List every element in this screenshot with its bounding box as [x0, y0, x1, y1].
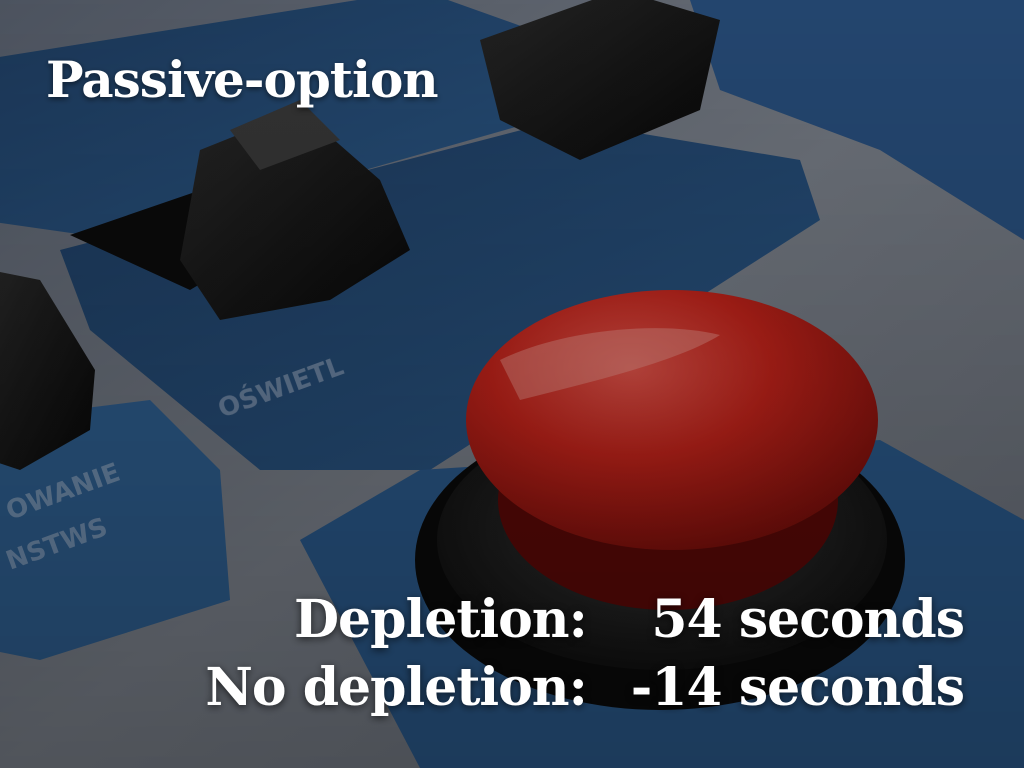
result-row-no-depletion: No depletion: -14 seconds [205, 654, 965, 722]
slide: OŚWIETL OWANIE NSTWS Passive-option [0, 0, 1024, 768]
result-value: -14 seconds [630, 657, 965, 718]
result-row-depletion: Depletion: 54 seconds [205, 586, 965, 654]
slide-title: Passive-option [46, 50, 439, 109]
result-label: No depletion: [205, 657, 587, 718]
results-table: Depletion: 54 seconds No depletion: -14 … [205, 586, 965, 722]
result-label: Depletion: [293, 589, 588, 650]
result-value: 54 seconds [651, 589, 965, 650]
